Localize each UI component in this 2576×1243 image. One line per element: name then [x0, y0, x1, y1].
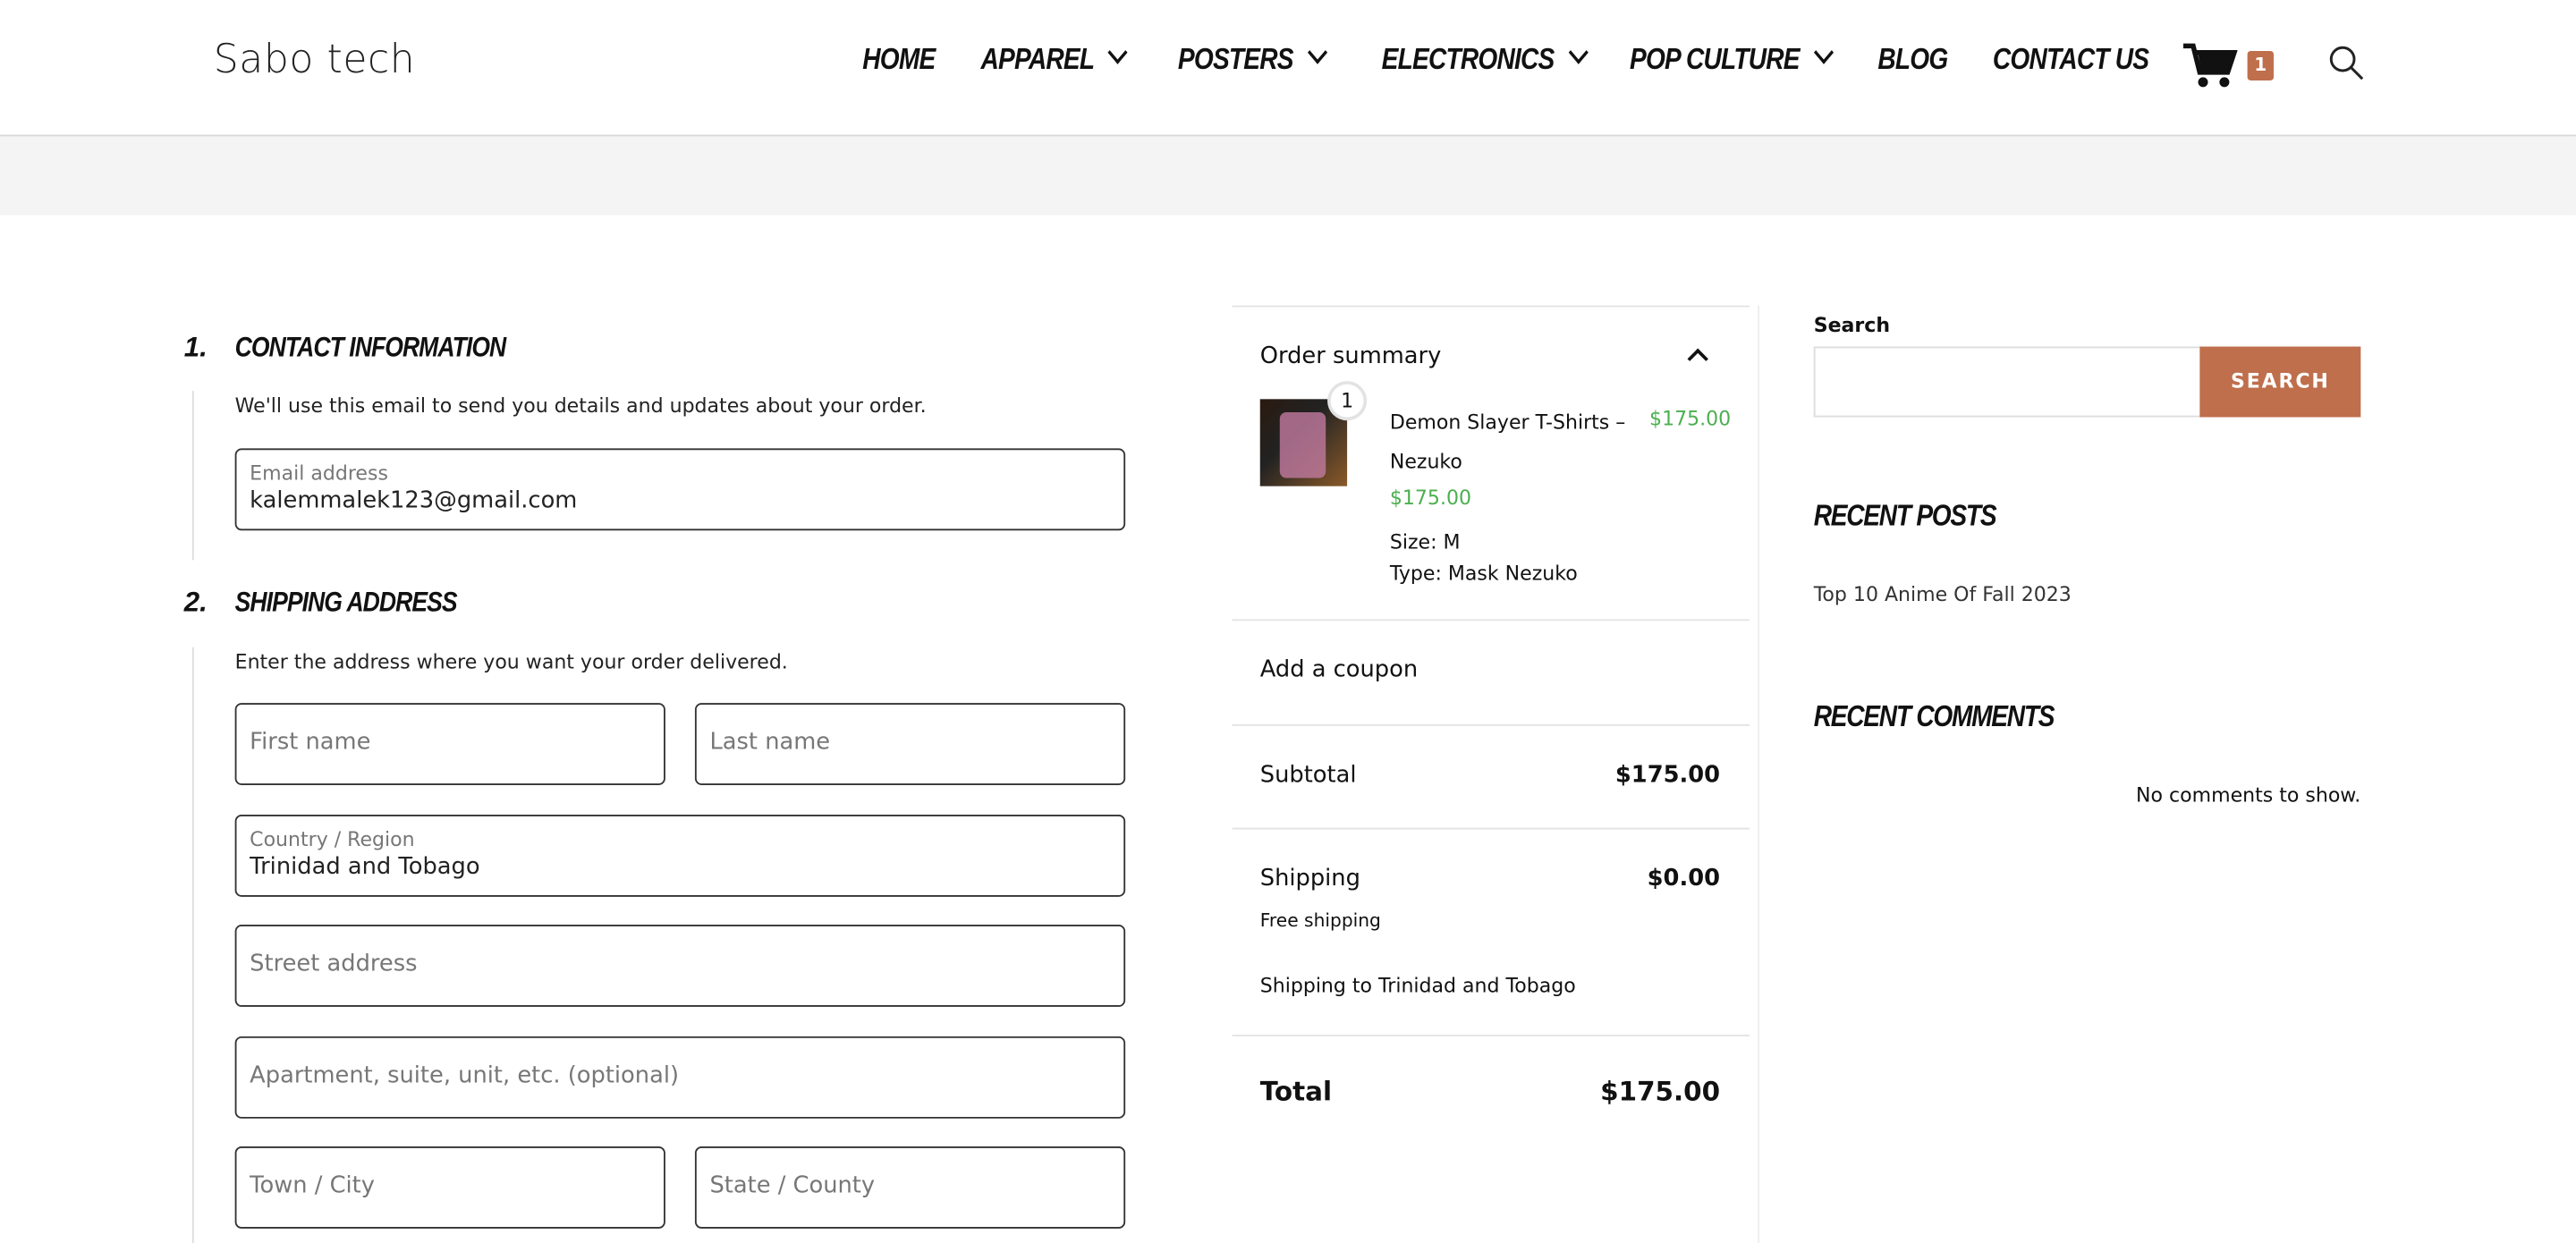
email-field[interactable]: Email address kalemmalek123@gmail.com — [234, 448, 1126, 531]
no-comments-text: No comments to show. — [2136, 783, 2361, 807]
step-number: 2. — [183, 586, 208, 618]
step-line — [191, 391, 194, 561]
divider — [1232, 619, 1750, 622]
nav-pop-culture[interactable]: POP CULTURE — [1630, 40, 1834, 78]
shipping-destination: Shipping to Trinidad and Tobago — [1259, 974, 1576, 997]
product-size: Size: M — [1389, 530, 1461, 554]
country-label: Country / Region — [250, 827, 415, 851]
divider — [1232, 305, 1750, 308]
total-value: $175.00 — [1600, 1076, 1721, 1107]
recent-post-link[interactable]: Top 10 Anime Of Fall 2023 — [1814, 583, 2072, 606]
placeholder: State / County — [709, 1172, 876, 1199]
recent-comments-title: Recent Comments — [1813, 699, 2055, 733]
last-name-field[interactable]: Last name — [694, 703, 1126, 785]
shipping-value: $0.00 — [1647, 865, 1721, 892]
country-value: Trinidad and Tobago — [250, 854, 480, 881]
state-field[interactable]: State / County — [694, 1146, 1126, 1229]
order-summary-title[interactable]: Order summary — [1260, 343, 1442, 369]
placeholder: Street address — [250, 951, 418, 977]
shipping-heading: Shipping address — [234, 586, 458, 618]
search-button[interactable]: SEARCH — [2199, 346, 2361, 418]
unit-price: $175.00 — [1389, 486, 1471, 510]
shipping-description: Enter the address where you want your or… — [234, 650, 788, 674]
placeholder: Town / City — [250, 1172, 375, 1199]
site-logo[interactable]: Sabo tech — [214, 36, 416, 81]
page-title-band — [0, 136, 2576, 216]
cart-count-badge: 1 — [2247, 50, 2274, 80]
shipping-label: Shipping — [1259, 865, 1360, 892]
email-label: Email address — [250, 461, 388, 485]
total-label: Total — [1259, 1076, 1333, 1107]
first-name-field[interactable]: First name — [234, 703, 665, 785]
chevron-down-icon — [1307, 40, 1327, 64]
nav-home[interactable]: HOME — [862, 42, 936, 78]
nav-label: ELECTRONICS — [1381, 42, 1555, 76]
chevron-down-icon — [1567, 40, 1589, 64]
nav-blog[interactable]: BLOG — [1877, 42, 1948, 78]
chevron-down-icon — [1813, 40, 1834, 64]
chevron-down-icon — [1107, 40, 1128, 64]
nav-contact[interactable]: CONTACT US — [1992, 42, 2149, 78]
recent-posts-title: Recent Posts — [1813, 499, 1997, 533]
product-name: Demon Slayer T-Shirts – Nezuko — [1389, 410, 1626, 473]
chevron-up-icon[interactable] — [1687, 348, 1708, 370]
divider — [1232, 1035, 1750, 1036]
site-header: Sabo tech HOME APPAREL POSTERS ELECTRONI… — [0, 0, 2576, 137]
shipping-method: Free shipping — [1259, 909, 1381, 932]
placeholder: Apartment, suite, unit, etc. (optional) — [250, 1062, 680, 1089]
divider — [1232, 827, 1750, 830]
nav-label: APPAREL — [980, 42, 1096, 76]
search-label: Search — [1813, 313, 1891, 337]
nav-electronics[interactable]: ELECTRONICS — [1381, 40, 1589, 78]
product-type: Type: Mask Nezuko — [1389, 562, 1578, 585]
sidebar-search-input[interactable] — [1813, 346, 2200, 418]
search-icon — [2329, 46, 2364, 80]
placeholder: Last name — [709, 729, 831, 756]
subtotal-value: $175.00 — [1614, 762, 1721, 789]
nav-apparel[interactable]: APPAREL — [980, 40, 1128, 78]
divider — [1232, 723, 1750, 726]
contact-heading: Contact information — [234, 332, 507, 363]
placeholder: First name — [250, 729, 371, 756]
quantity-badge: 1 — [1327, 381, 1368, 421]
cart-icon — [2182, 43, 2238, 88]
step-line — [191, 647, 194, 1243]
product-image-figure — [1279, 412, 1326, 478]
line-price: $175.00 — [1649, 407, 1732, 431]
country-select[interactable]: Country / Region Trinidad and Tobago — [234, 815, 1126, 897]
nav-label: CONTACT US — [1992, 42, 2149, 76]
street-address-field[interactable]: Street address — [234, 925, 1126, 1007]
search-toggle[interactable] — [2328, 45, 2364, 88]
nav-label: POSTERS — [1177, 42, 1294, 76]
contact-description: We'll use this email to send you details… — [234, 393, 927, 418]
add-coupon-link[interactable]: Add a coupon — [1260, 657, 1418, 683]
step-number: 1. — [183, 332, 208, 363]
divider — [1758, 305, 1760, 1243]
cart-button[interactable]: 1 — [2182, 41, 2274, 97]
nav-label: POP CULTURE — [1630, 42, 1800, 76]
nav-label: HOME — [862, 42, 936, 76]
nav-label: BLOG — [1877, 42, 1948, 76]
email-value: kalemmalek123@gmail.com — [250, 487, 578, 514]
city-field[interactable]: Town / City — [234, 1146, 665, 1229]
subtotal-label: Subtotal — [1259, 762, 1357, 789]
nav-posters[interactable]: POSTERS — [1177, 40, 1327, 78]
apartment-field[interactable]: Apartment, suite, unit, etc. (optional) — [234, 1036, 1126, 1119]
